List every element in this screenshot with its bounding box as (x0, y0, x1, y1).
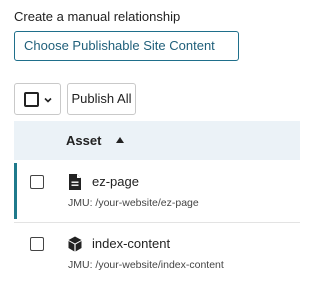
asset-path: JMU: /your-website/ez-page (68, 197, 199, 209)
row-checkbox[interactable] (30, 175, 44, 189)
table-header: Asset (14, 121, 300, 160)
asset-title[interactable]: index-content (92, 236, 170, 251)
column-header-asset[interactable]: Asset (66, 121, 101, 160)
row-divider (14, 222, 300, 223)
block-icon (68, 236, 82, 252)
page-icon (69, 174, 81, 190)
row-checkbox[interactable] (30, 237, 44, 251)
table-row[interactable]: index-content JMU: /your-website/index-c… (14, 225, 300, 281)
sort-ascending-icon[interactable] (116, 137, 124, 143)
asset-title[interactable]: ez-page (92, 174, 139, 189)
select-all-checkbox[interactable] (24, 92, 39, 107)
asset-path: JMU: /your-website/index-content (68, 259, 224, 271)
manual-relationship-heading: Create a manual relationship (14, 9, 181, 24)
chevron-down-icon[interactable] (43, 95, 53, 105)
table-row[interactable]: ez-page JMU: /your-website/ez-page (14, 163, 300, 219)
publish-all-button[interactable]: Publish All (67, 83, 136, 115)
select-all-dropdown[interactable] (14, 83, 61, 115)
choose-publishable-content-button[interactable]: Choose Publishable Site Content (14, 31, 239, 61)
